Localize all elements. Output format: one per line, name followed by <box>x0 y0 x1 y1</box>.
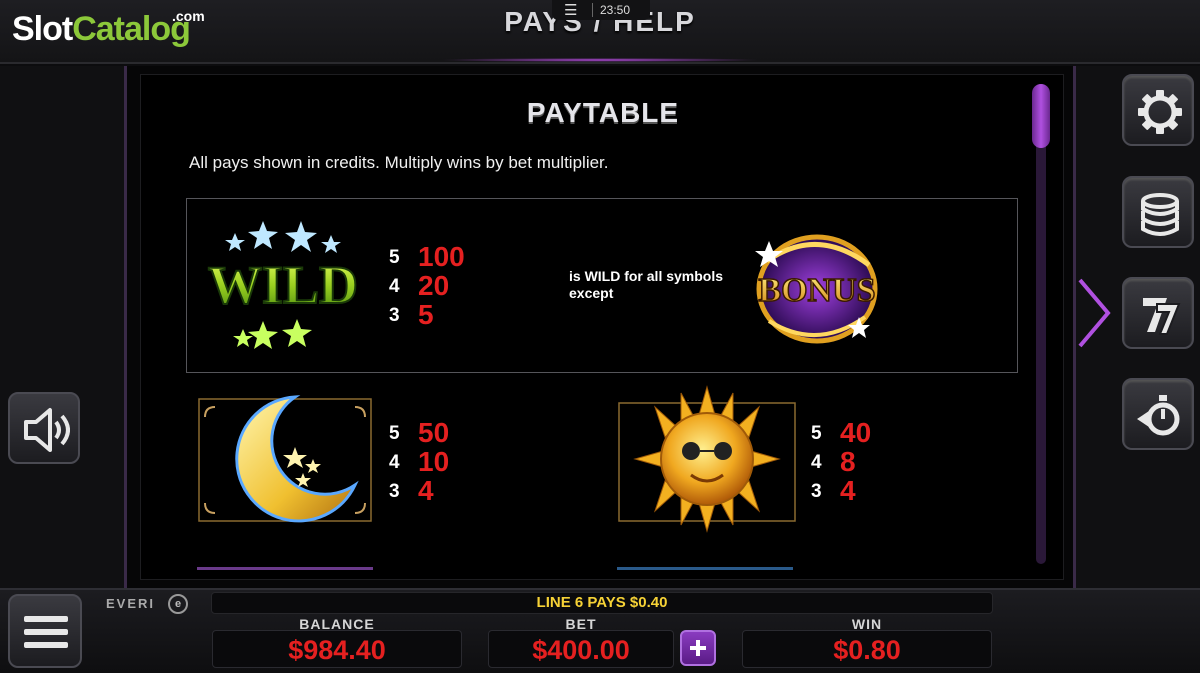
clock: 23:50 <box>600 3 631 17</box>
autoplay-button[interactable] <box>1122 378 1194 450</box>
moon-symbol <box>198 395 372 523</box>
gear-icon <box>1138 90 1182 134</box>
svg-text:BONUS: BONUS <box>758 272 875 309</box>
sevens-icon <box>1143 298 1181 335</box>
top-bar: SlotCatalog .com PAYS / HELP ☰ 23:50 <box>0 0 1200 64</box>
speaker-icon <box>24 408 70 452</box>
autoplay-icon <box>1137 395 1180 436</box>
bonus-symbol: BONUS <box>755 234 878 344</box>
wild-symbol: WILD <box>207 221 359 349</box>
paytable-title: PAYTABLE <box>526 97 680 128</box>
main-menu-button[interactable] <box>8 594 82 668</box>
scrollbar-thumb[interactable] <box>1032 84 1050 148</box>
sun-symbol <box>618 385 796 533</box>
coin-stack-icon <box>1141 193 1179 236</box>
wild-description: is WILD for all symbols except <box>569 268 724 301</box>
balance-value: $984.40 <box>212 630 462 668</box>
settings-button[interactable] <box>1122 74 1194 146</box>
menu-icon[interactable]: ☰ <box>564 1 577 19</box>
next-row-hint <box>197 567 373 570</box>
scrollbar-track[interactable] <box>1036 84 1046 564</box>
status-bar[interactable]: ☰ 23:50 <box>552 0 650 20</box>
bet-value: $400.00 <box>488 630 674 668</box>
bet-coins-button[interactable] <box>1122 176 1194 248</box>
win-message: LINE 6 PAYS $0.40 <box>211 592 993 614</box>
svg-text:WILD: WILD <box>208 255 358 315</box>
paytable-button[interactable] <box>1122 277 1194 349</box>
sound-button[interactable] <box>8 392 80 464</box>
chevron-right-icon <box>1078 278 1111 348</box>
paytable-note: All pays shown in credits. Multiply wins… <box>189 153 609 172</box>
win-value: $0.80 <box>742 630 992 668</box>
everi-logo: EVERI <box>106 596 156 611</box>
paytable-panel[interactable]: PAYTABLE All pays shown in credits. Mult… <box>140 74 1064 580</box>
next-row-hint <box>617 567 793 570</box>
everi-logo-mark: e <box>168 594 188 614</box>
increase-bet-button[interactable] <box>680 630 716 666</box>
